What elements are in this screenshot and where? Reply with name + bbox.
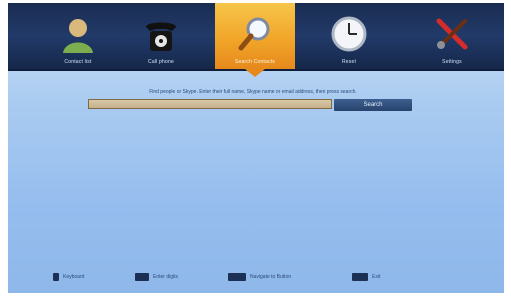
tab-call-phone[interactable]: Call phone	[122, 3, 200, 69]
hint-exit: Exit	[352, 273, 380, 281]
tab-label: Reset	[341, 59, 357, 65]
search-button[interactable]: Search	[334, 99, 412, 111]
contact-icon	[57, 13, 99, 55]
tools-icon	[431, 13, 473, 55]
digits-key-icon	[135, 273, 149, 281]
exit-key-icon	[352, 273, 368, 281]
clock-icon	[328, 13, 370, 55]
screen: Contact list Call phone Search Contacts …	[8, 3, 504, 293]
tab-label: Contact list	[64, 59, 92, 65]
search-panel: Find people or Skype. Enter their full n…	[88, 89, 418, 111]
hint-label: Exit	[372, 274, 381, 280]
tab-reset[interactable]: Reset	[310, 3, 388, 69]
hint-keyboard: Keyboard	[53, 273, 84, 281]
phone-icon	[140, 13, 182, 55]
search-icon	[234, 13, 276, 55]
hint-label: Enter digits	[153, 274, 179, 280]
keyboard-key-icon	[53, 273, 59, 281]
tab-contact-list[interactable]: Contact list	[39, 3, 117, 69]
tv-frame: Contact list Call phone Search Contacts …	[0, 0, 511, 299]
hint-label: Navigate to Button	[250, 274, 292, 280]
tab-search-contacts[interactable]: Search Contacts	[215, 3, 295, 69]
footer: Keyboard Enter digits Navigate to Button…	[8, 265, 504, 293]
navigation-keys-icon	[228, 273, 246, 281]
hint-enter-digits: Enter digits	[135, 273, 178, 281]
tab-label: Call phone	[148, 59, 174, 65]
hint-label: Keyboard	[63, 274, 85, 280]
search-row: Search	[88, 99, 418, 111]
search-prompt: Find people or Skype. Enter their full n…	[149, 89, 357, 95]
tab-settings[interactable]: Settings	[413, 3, 491, 69]
search-input[interactable]	[88, 99, 332, 109]
tab-label: Search Contacts	[235, 59, 275, 65]
hint-navigate: Navigate to Button	[228, 273, 291, 281]
tab-label: Settings	[442, 59, 462, 65]
top-navigation: Contact list Call phone Search Contacts …	[8, 3, 504, 71]
